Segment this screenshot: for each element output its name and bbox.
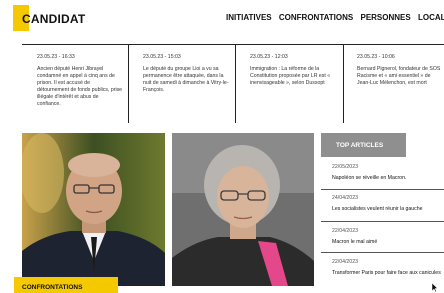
nav-locale[interactable]: LOCALE [418, 13, 444, 22]
site-header: CANDIDAT INITIATIVES CONFRONTATIONS PERS… [0, 0, 444, 44]
news-date: 23.05.23 - 15:03 [143, 54, 181, 60]
top-article-item[interactable]: 22/04/2023 Transformer Paris pour faire … [332, 259, 444, 277]
top-article-title[interactable]: Les socialistes veulent réunir la gauche [332, 206, 444, 213]
news-item[interactable]: 23.05.23 - 15:03 Le député du groupe Lio… [129, 45, 236, 123]
news-date: 23.05.23 - 10:06 [357, 54, 395, 60]
top-article-item[interactable]: 24/04/2023 Les socialistes veulent réuni… [332, 195, 444, 213]
news-text: Le député du groupe Lioi a vu sa permane… [143, 66, 229, 93]
site-logo[interactable]: CANDIDAT [22, 12, 85, 26]
news-date: 23.05.23 - 12:03 [250, 54, 288, 60]
top-article-date: 22/04/2023 [332, 259, 358, 265]
top-article-date: 24/04/2023 [332, 195, 358, 201]
news-date: 23.05.23 - 16:33 [37, 54, 75, 60]
nav-personnes[interactable]: PERSONNES [360, 13, 410, 22]
nav-confrontations[interactable]: CONFRONTATIONS [279, 13, 353, 22]
category-badge[interactable]: CONFRONTATIONS [22, 284, 82, 291]
mouse-pointer-icon [432, 283, 438, 292]
top-article-item[interactable]: 22/05/2023 Napoléon se réveille en Macro… [332, 164, 444, 182]
main-nav: INITIATIVES CONFRONTATIONS PERSONNES LOC… [226, 13, 444, 22]
featured-photo-right[interactable] [172, 133, 314, 286]
top-article-date: 22/04/2023 [332, 228, 358, 234]
news-item[interactable]: 23.05.23 - 12:03 Immigration : La réform… [236, 45, 344, 123]
news-item[interactable]: 23.05.23 - 16:33 Ancien député Henri Jib… [22, 45, 129, 123]
featured-photo-left[interactable] [22, 133, 165, 286]
sidebar-divider [321, 189, 444, 190]
sidebar-divider [321, 252, 444, 253]
top-article-title[interactable]: Napoléon se réveille en Macron. [332, 175, 444, 182]
sidebar-divider [321, 221, 444, 222]
top-article-item[interactable]: 22/04/2023 Macron le mal aimé [332, 228, 444, 246]
nav-initiatives[interactable]: INITIATIVES [226, 13, 272, 22]
news-text: Ancien député Henri Jibrayel condamné en… [37, 66, 123, 107]
news-text: Immigration : La réforme de la Constitut… [250, 66, 331, 86]
news-ticker: 23.05.23 - 16:33 Ancien député Henri Jib… [22, 45, 444, 123]
top-article-title[interactable]: Macron le mal aimé [332, 239, 444, 246]
news-item[interactable]: 23.05.23 - 10:06 Bernard Pignerol, fonda… [344, 45, 444, 123]
top-articles-sidebar: TOP ARTICLES 22/05/2023 Napoléon se réve… [321, 133, 444, 293]
top-articles-title: TOP ARTICLES [336, 142, 384, 149]
news-text: Bernard Pignerol, fondateur de SOS Racis… [357, 66, 441, 86]
top-article-title[interactable]: Transformer Paris pour faire face aux ca… [332, 270, 444, 277]
top-article-date: 22/05/2023 [332, 164, 358, 170]
